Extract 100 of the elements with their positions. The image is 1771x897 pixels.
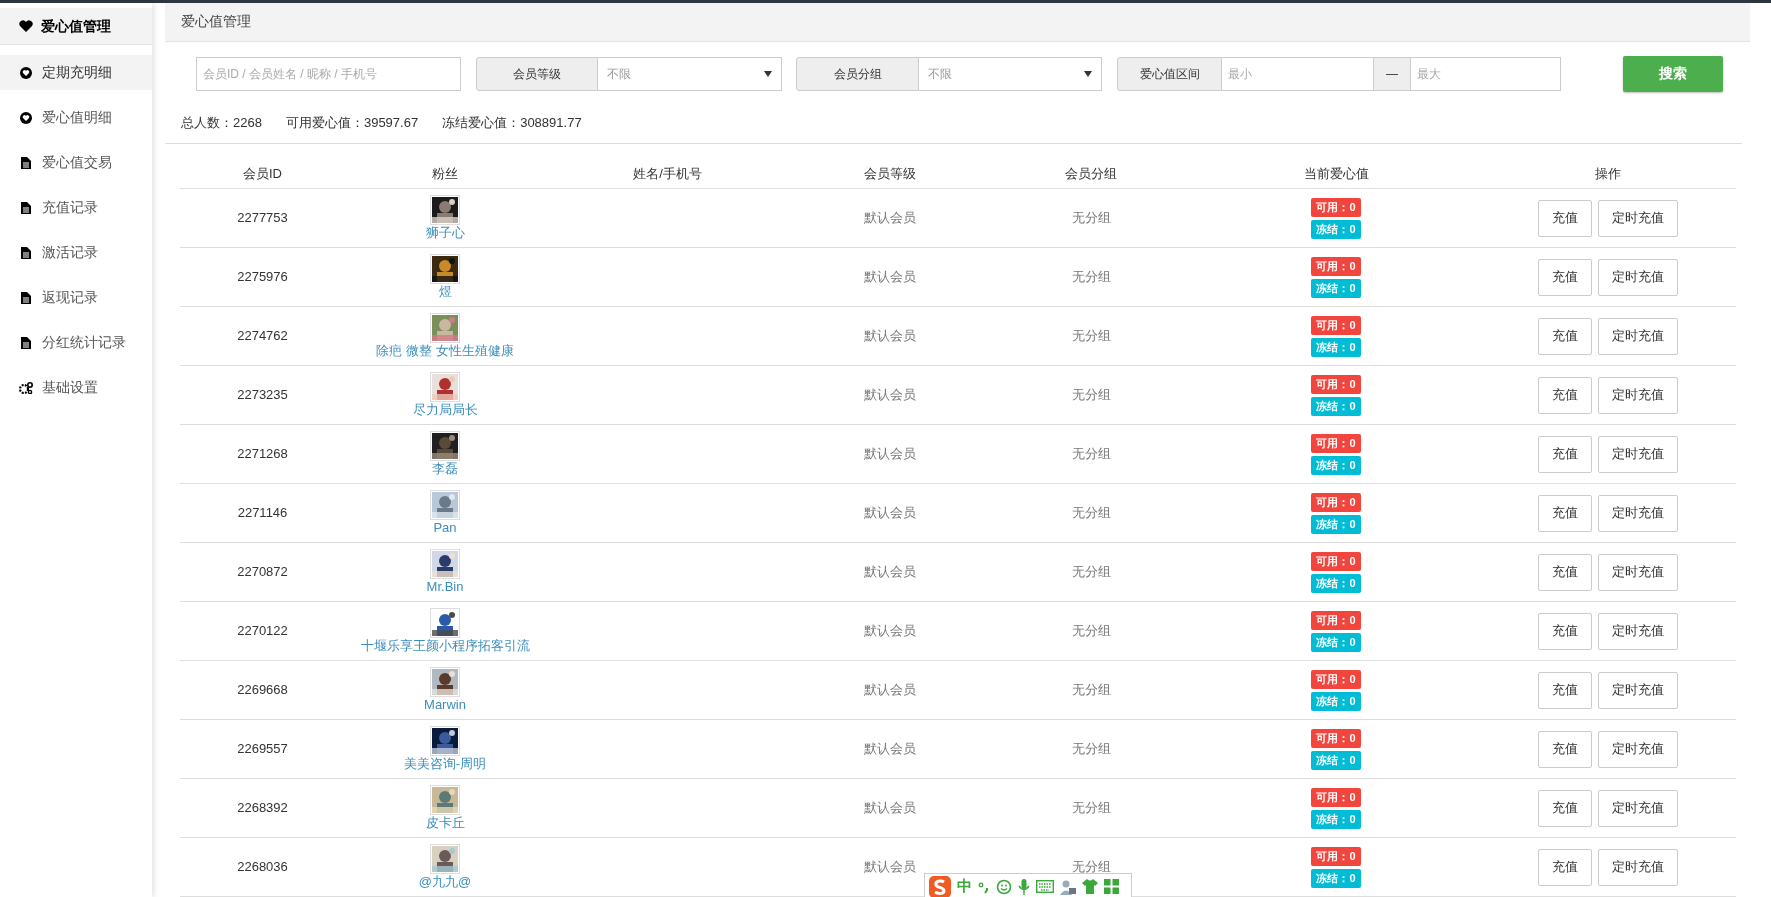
table-cell-text: 2270872 bbox=[237, 563, 288, 582]
table-cell-text: 默认会员 bbox=[864, 799, 916, 818]
sidebar-item[interactable]: 充值记录 bbox=[0, 190, 152, 225]
frozen-badge: 冻结：0 bbox=[1311, 573, 1361, 593]
available-badge: 可用：0 bbox=[1311, 374, 1361, 394]
document-icon bbox=[21, 156, 31, 169]
scheduled-recharge-button[interactable]: 定时充值 bbox=[1598, 612, 1678, 650]
frozen-badge: 冻结：0 bbox=[1311, 691, 1361, 711]
search-field[interactable]: 会员ID / 会员姓名 / 昵称 / 手机号 bbox=[196, 56, 461, 91]
sidebar-title[interactable]: 爱心值管理 bbox=[0, 8, 152, 45]
user-icon[interactable] bbox=[1060, 878, 1076, 895]
available-badge: 可用：0 bbox=[1311, 315, 1361, 335]
fan-link[interactable]: 除疤 微整 女性生殖健康 bbox=[376, 343, 514, 359]
field-label: 会员等级 bbox=[476, 56, 598, 91]
table-cell-text: 2277753 bbox=[237, 209, 288, 228]
keyboard-icon[interactable] bbox=[1036, 880, 1054, 893]
table-cell-text: 无分组 bbox=[1071, 858, 1111, 877]
fan-link[interactable]: 李磊 bbox=[432, 461, 458, 477]
available-badge: 可用：0 bbox=[1311, 787, 1361, 807]
scheduled-recharge-button[interactable]: 定时充值 bbox=[1598, 848, 1678, 886]
table-cell-text: 无分组 bbox=[1071, 504, 1111, 523]
frozen-badge: 冻结：0 bbox=[1311, 514, 1361, 534]
fan-link[interactable]: Pan bbox=[433, 520, 457, 536]
scheduled-recharge-button[interactable]: 定时充值 bbox=[1598, 789, 1678, 827]
table-cell-text: 默认会员 bbox=[864, 386, 916, 405]
column-header: 会员ID bbox=[243, 165, 282, 184]
column-header: 当前爱心值 bbox=[1303, 165, 1369, 184]
recharge-button[interactable]: 充值 bbox=[1538, 199, 1592, 237]
table-cell-text: 默认会员 bbox=[864, 504, 916, 523]
table-cell-text: 无分组 bbox=[1071, 622, 1111, 641]
min-field[interactable]: 最小 bbox=[1222, 56, 1374, 91]
fan-link[interactable]: Marwin bbox=[424, 697, 466, 713]
fan-link[interactable]: 美美咨询-周明 bbox=[403, 756, 487, 772]
scheduled-recharge-button[interactable]: 定时充值 bbox=[1598, 671, 1678, 709]
range-separator: — bbox=[1374, 56, 1411, 91]
max-field[interactable]: 最大 bbox=[1411, 56, 1561, 91]
sidebar-item[interactable]: 爱心值交易 bbox=[0, 145, 152, 180]
heart-icon bbox=[19, 20, 33, 32]
table-cell-text: 默认会员 bbox=[864, 327, 916, 346]
recharge-button[interactable]: 充值 bbox=[1538, 258, 1592, 296]
sidebar-item[interactable]: 基础设置 bbox=[0, 370, 152, 405]
sidebar-item[interactable]: 激活记录 bbox=[0, 235, 152, 270]
scheduled-recharge-button[interactable]: 定时充值 bbox=[1598, 258, 1678, 296]
scheduled-recharge-button[interactable]: 定时充值 bbox=[1598, 199, 1678, 237]
scheduled-recharge-button[interactable]: 定时充值 bbox=[1598, 494, 1678, 532]
recharge-button[interactable]: 充值 bbox=[1538, 494, 1592, 532]
frozen-badge: 冻结：0 bbox=[1311, 809, 1361, 829]
fan-link[interactable]: Mr.Bin bbox=[426, 579, 464, 595]
sidebar-item[interactable]: 返现记录 bbox=[0, 280, 152, 315]
grid-icon[interactable] bbox=[1104, 879, 1119, 894]
frozen-badge: 冻结：0 bbox=[1311, 455, 1361, 475]
recharge-button[interactable]: 充值 bbox=[1538, 376, 1592, 414]
frozen-badge: 冻结：0 bbox=[1311, 750, 1361, 770]
stat-text: 可用爱心值：39597.67 bbox=[285, 113, 419, 132]
scheduled-recharge-button[interactable]: 定时充值 bbox=[1598, 317, 1678, 355]
table-cell-text: 2268036 bbox=[237, 858, 288, 877]
table-cell-text: 无分组 bbox=[1071, 681, 1111, 700]
recharge-button[interactable]: 充值 bbox=[1538, 671, 1592, 709]
recharge-button[interactable]: 充值 bbox=[1538, 553, 1592, 591]
frozen-badge: 冻结：0 bbox=[1311, 278, 1361, 298]
fan-link[interactable]: 尽力局局长 bbox=[412, 402, 478, 418]
fan-link[interactable]: 皮卡丘 bbox=[425, 815, 465, 831]
recharge-button[interactable]: 充值 bbox=[1538, 730, 1592, 768]
table-cell-text: 无分组 bbox=[1071, 386, 1111, 405]
stat-text: 冻结爱心值：308891.77 bbox=[442, 113, 582, 132]
recharge-button[interactable]: 充值 bbox=[1538, 317, 1592, 355]
available-badge: 可用：0 bbox=[1311, 492, 1361, 512]
fan-link[interactable]: 十堰乐享王颜小程序拓客引流 bbox=[360, 638, 530, 654]
scheduled-recharge-button[interactable]: 定时充值 bbox=[1598, 376, 1678, 414]
recharge-button[interactable]: 充值 bbox=[1538, 612, 1592, 650]
recharge-button[interactable]: 充值 bbox=[1538, 435, 1592, 473]
frozen-badge: 冻结：0 bbox=[1311, 337, 1361, 357]
scheduled-recharge-button[interactable]: 定时充值 bbox=[1598, 435, 1678, 473]
table-cell-text: 默认会员 bbox=[864, 445, 916, 464]
table-cell-text: 无分组 bbox=[1071, 563, 1111, 582]
available-badge: 可用：0 bbox=[1311, 846, 1361, 866]
recharge-button[interactable]: 充值 bbox=[1538, 848, 1592, 886]
table-cell-text: 2273235 bbox=[237, 386, 288, 405]
scheduled-recharge-button[interactable]: 定时充值 bbox=[1598, 553, 1678, 591]
table-cell-text: 无分组 bbox=[1071, 799, 1111, 818]
table-cell-text: 无分组 bbox=[1071, 268, 1111, 287]
sidebar-item[interactable]: 爱心值明细 bbox=[0, 100, 152, 135]
fan-link[interactable]: 煜 bbox=[438, 284, 452, 300]
recharge-button[interactable]: 充值 bbox=[1538, 789, 1592, 827]
column-header: 会员等级 bbox=[864, 165, 916, 184]
scheduled-recharge-button[interactable]: 定时充值 bbox=[1598, 730, 1678, 768]
smiley-icon[interactable] bbox=[996, 878, 1012, 895]
microphone-icon[interactable] bbox=[1018, 878, 1030, 895]
fan-link[interactable]: @九九@ bbox=[418, 874, 472, 890]
sidebar-item[interactable]: 定期充明细 bbox=[0, 55, 152, 90]
stat-text: 总人数：2268 bbox=[181, 113, 262, 132]
document-icon bbox=[21, 246, 31, 259]
sidebar-item[interactable]: 分红统计记录 bbox=[0, 325, 152, 360]
table-cell-text: 2271268 bbox=[237, 445, 288, 464]
heart-icon bbox=[20, 111, 32, 124]
shirt-icon[interactable] bbox=[1082, 879, 1098, 894]
heart-icon bbox=[20, 66, 32, 79]
available-badge: 可用：0 bbox=[1311, 551, 1361, 571]
table-cell-text: 无分组 bbox=[1071, 740, 1111, 759]
fan-link[interactable]: 狮子心 bbox=[425, 225, 465, 241]
